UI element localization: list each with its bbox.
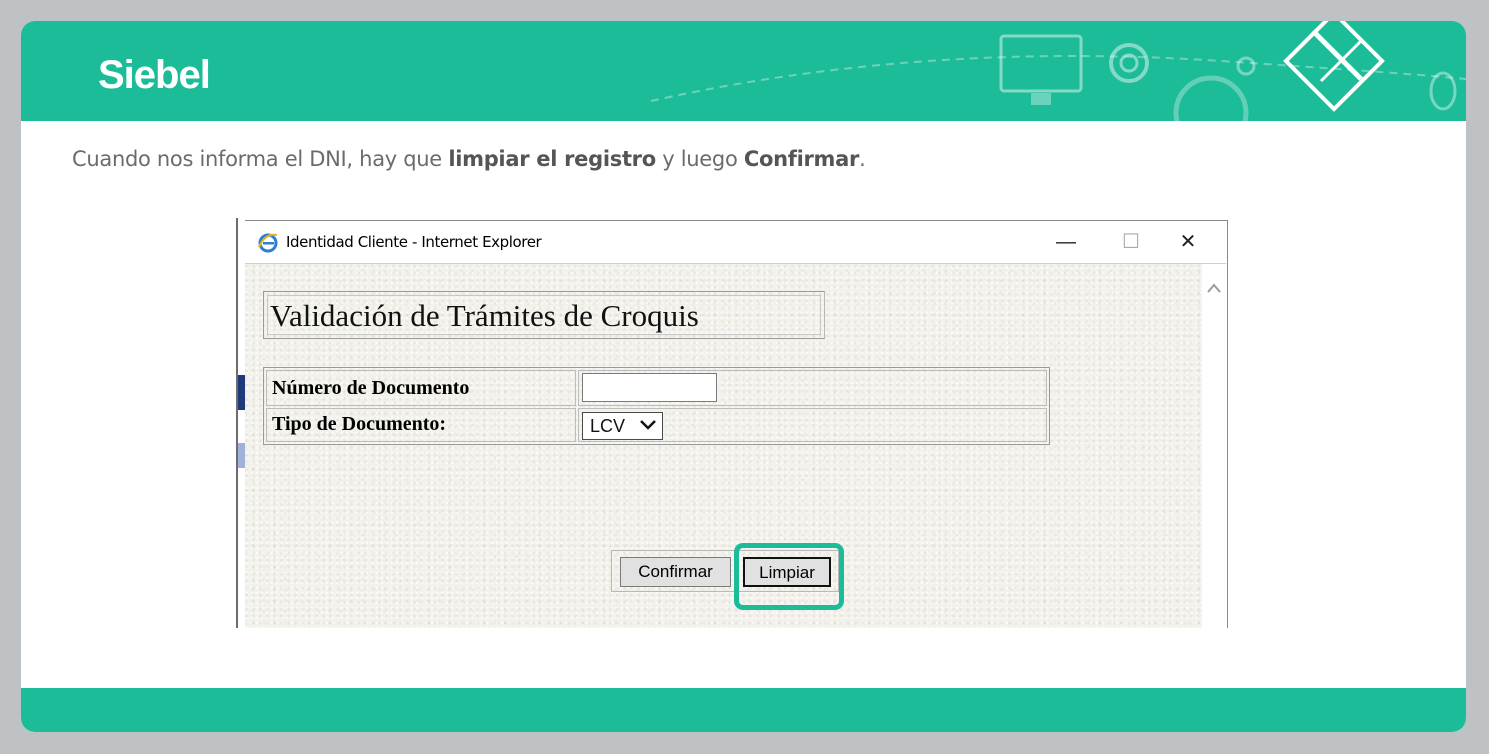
background-window-strip (236, 218, 247, 628)
page-heading: Validación de Trámites de Croquis (270, 298, 699, 333)
title-bar: Identidad Cliente - Internet Explorer — … (245, 221, 1226, 264)
form-table: Número de Documento Tipo de Documento: L… (263, 367, 1050, 445)
intro-text: Cuando nos informa el DNI, hay que limpi… (72, 147, 866, 171)
vertical-scrollbar[interactable] (1202, 264, 1226, 628)
clear-button-highlight (734, 543, 844, 610)
footer-bar (21, 688, 1466, 732)
heading-box: Validación de Trámites de Croquis (263, 291, 825, 339)
intro-post: . (859, 147, 866, 171)
close-button[interactable]: ✕ (1173, 227, 1203, 257)
internet-explorer-icon (258, 233, 278, 253)
doc-number-input[interactable] (582, 373, 717, 402)
scroll-up-icon[interactable] (1206, 282, 1222, 294)
window-title: Identidad Cliente - Internet Explorer (286, 233, 542, 251)
doc-type-select[interactable]: LCV (582, 412, 663, 440)
confirm-button[interactable]: Confirmar (620, 557, 731, 587)
screenshot: Identidad Cliente - Internet Explorer — … (236, 218, 1228, 628)
doc-number-label: Número de Documento (272, 377, 470, 399)
doc-type-label: Tipo de Documento: (272, 413, 447, 435)
maximize-button[interactable]: ☐ (1116, 227, 1146, 257)
intro-mid: y luego (655, 147, 744, 171)
header-decoration-icons (650, 21, 1466, 121)
page-content: Validación de Trámites de Croquis Número… (245, 264, 1202, 628)
brand-title: Siebel (98, 53, 211, 97)
intro-bold-confirm: Confirmar (743, 147, 860, 171)
minimize-button[interactable]: — (1051, 227, 1081, 257)
doc-type-label-cell: Tipo de Documento: (266, 408, 576, 442)
doc-type-value: LCV (590, 416, 626, 436)
header-bar: Siebel (21, 21, 1466, 121)
intro-pre: Cuando nos informa el DNI, hay que (72, 147, 449, 171)
doc-number-label-cell: Número de Documento (266, 370, 576, 406)
intro-bold-clear: limpiar el registro (448, 147, 656, 171)
chevron-down-icon (640, 420, 656, 430)
slide: Siebel Cuando nos informa el DNI, hay qu… (21, 21, 1466, 732)
